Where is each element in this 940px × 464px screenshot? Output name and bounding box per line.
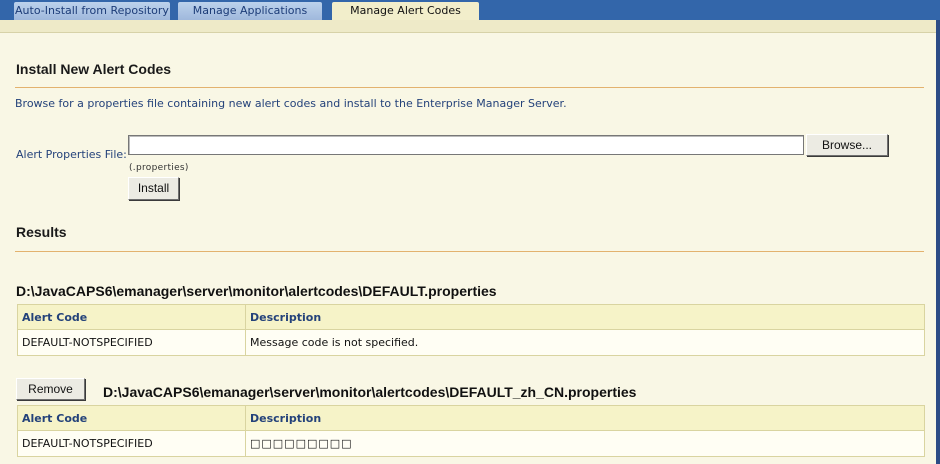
alert-code-cell: DEFAULT-NOTSPECIFIED bbox=[17, 329, 246, 356]
install-heading: Install New Alert Codes bbox=[16, 61, 172, 77]
description-cell: □□□□□□□□□ bbox=[245, 430, 925, 457]
properties-file-path: D:\JavaCAPS6\emanager\server\monitor\ale… bbox=[16, 283, 497, 299]
description-cell: Message code is not specified. bbox=[245, 329, 925, 356]
properties-file-path: D:\JavaCAPS6\emanager\server\monitor\ale… bbox=[103, 384, 637, 400]
column-header-alert-code: Alert Code bbox=[17, 405, 246, 431]
tab-bar: Auto-Install from Repository Manage Appl… bbox=[0, 0, 940, 21]
right-frame-edge bbox=[936, 20, 940, 464]
install-description: Browse for a properties file containing … bbox=[15, 97, 567, 110]
browse-button[interactable]: Browse... bbox=[806, 134, 888, 156]
extension-hint: (.properties) bbox=[129, 163, 189, 173]
tab-subbar bbox=[0, 20, 940, 33]
tab-manage-alert-codes[interactable]: Manage Alert Codes bbox=[332, 2, 479, 20]
alert-properties-file-input[interactable] bbox=[128, 135, 804, 155]
alert-code-cell: DEFAULT-NOTSPECIFIED bbox=[17, 430, 246, 457]
column-header-description: Description bbox=[245, 304, 925, 330]
alert-codes-table: Alert Code Description DEFAULT-NOTSPECIF… bbox=[17, 304, 925, 356]
remove-button[interactable]: Remove bbox=[16, 378, 85, 400]
alert-codes-table: Alert Code Description DEFAULT-NOTSPECIF… bbox=[17, 405, 925, 457]
column-header-alert-code: Alert Code bbox=[17, 304, 246, 330]
install-divider bbox=[15, 87, 924, 88]
column-header-description: Description bbox=[245, 405, 925, 431]
table-row: DEFAULT-NOTSPECIFIED Message code is not… bbox=[17, 329, 925, 356]
table-header-row: Alert Code Description bbox=[17, 304, 925, 330]
install-button[interactable]: Install bbox=[128, 177, 179, 200]
tab-auto-install[interactable]: Auto-Install from Repository bbox=[14, 2, 170, 20]
alert-properties-file-label: Alert Properties File: bbox=[16, 148, 127, 161]
table-row: DEFAULT-NOTSPECIFIED □□□□□□□□□ bbox=[17, 430, 925, 457]
results-heading: Results bbox=[16, 224, 67, 240]
tab-manage-applications[interactable]: Manage Applications bbox=[178, 2, 322, 20]
table-header-row: Alert Code Description bbox=[17, 405, 925, 431]
results-divider bbox=[15, 251, 924, 252]
